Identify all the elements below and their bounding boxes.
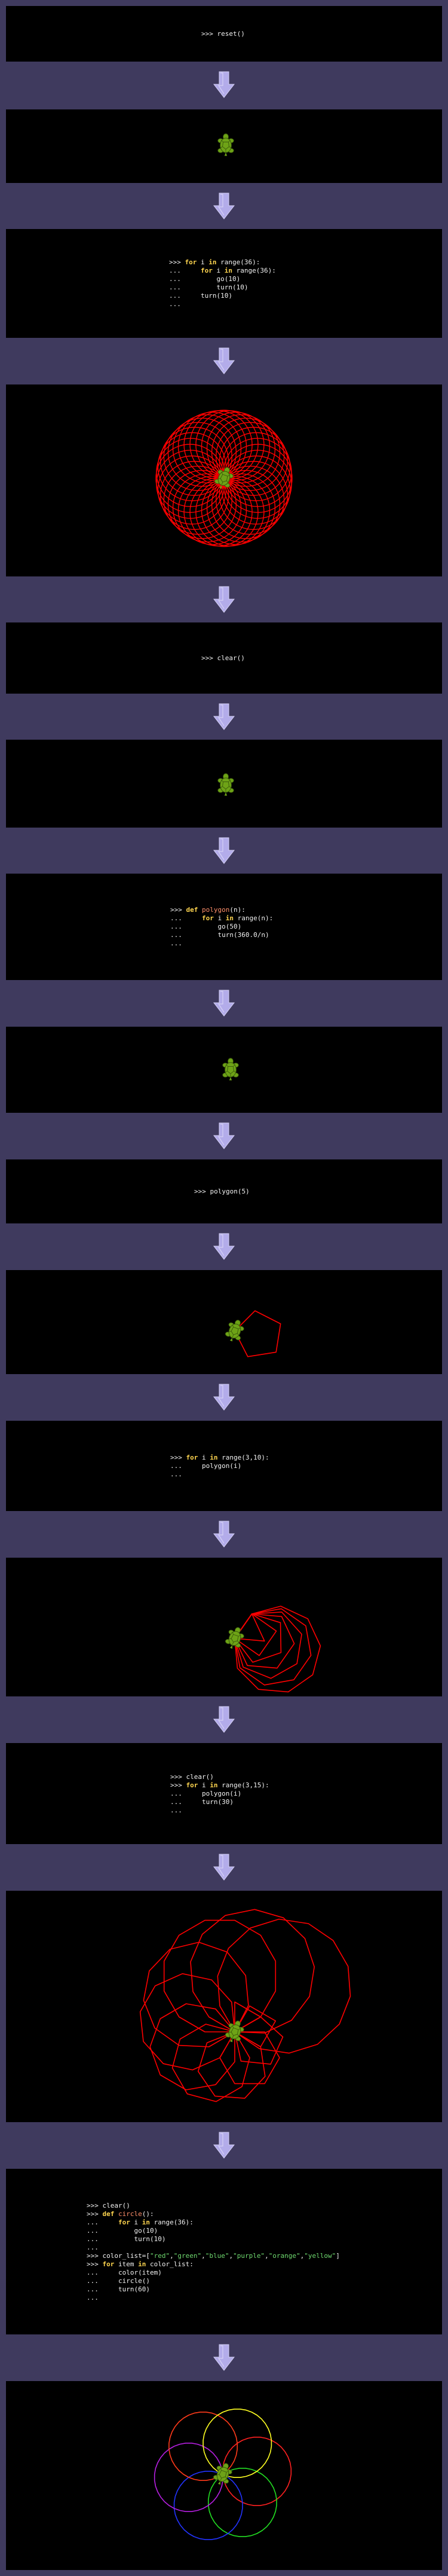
code-block: >>> clear() >>> def circle(): ... for i … [87,2202,340,2302]
code-line: ... go(50) [170,923,242,930]
code-block: >>> polygon(5) [194,1188,250,1196]
code-line: ... color(item) [87,2269,162,2276]
turtle-icon [225,1320,244,1342]
code-line: >>> for i in range(3,15): [170,1781,269,1789]
arrow-down-icon [213,1706,235,1733]
code-line: >>> def polygon(n): [170,906,246,914]
code-line: ... turn(30) [170,1798,234,1806]
code-panel: >>> for i in range(3,10): ... polygon(i)… [6,1421,442,1511]
code-block: >>> for i in range(3,10): ... polygon(i)… [170,1454,269,1479]
code-line: >>> def circle(): [87,2210,154,2218]
turtle-canvas [6,1270,442,1374]
code-line: ... polygon(i) [170,1462,242,1470]
arrow-down-icon [213,703,235,730]
code-line: ... [170,939,182,947]
arrow-down-icon [213,2132,235,2159]
code-line: ... go(10) [169,275,241,283]
arrow-down-icon [213,586,235,613]
code-panel: >>> clear() >>> def circle(): ... for i … [6,2169,442,2334]
drawing-area [225,1606,321,1693]
code-line: >>> clear() [201,654,245,662]
code-block: >>> clear() >>> for i in range(3,15): ..… [170,1773,269,1815]
arrow-down-icon [213,71,235,98]
code-panel: >>> clear() >>> for i in range(3,15): ..… [6,1743,442,1844]
code-line: ... circle() [87,2277,150,2285]
turtle-canvas [6,384,442,576]
code-line: ... [170,1806,182,1814]
pentagon-path [234,1310,281,1357]
arrow-down-icon [213,1233,235,1260]
turtle-canvas [6,1027,442,1113]
turtle-canvas [6,1558,442,1696]
arrow-down-icon [213,193,235,219]
drawing-area [139,1909,351,2102]
turtle-icon [225,1627,244,1649]
code-line: >>> color_list=["red","green","blue","pu… [87,2252,340,2260]
drawing-area [217,133,234,156]
polygon-path [234,2016,284,2065]
code-line: >>> clear() [170,1773,214,1781]
code-line: ... [87,2294,99,2302]
code-line: ... turn(60) [87,2285,150,2293]
polygon-path [149,2003,235,2090]
drawing-area [155,410,293,547]
polygon-path [163,1919,277,2032]
code-block: >>> clear() [201,654,245,663]
turtle-canvas [6,109,442,183]
code-line: ... turn(10) [169,292,232,300]
arrow-down-icon [213,347,235,374]
code-panel: >>> clear() [6,622,442,694]
code-line: ... [170,1470,182,1478]
code-line: >>> for item in color_list: [87,2260,194,2268]
code-line: ... for i in range(36): [87,2218,194,2226]
polygon-path [234,1606,321,1693]
arrow-down-icon [213,1854,235,1881]
code-panel: >>> def polygon(n): ... for i in range(n… [6,874,442,980]
code-line: ... go(10) [87,2227,158,2235]
drawing-area [222,1058,239,1081]
code-line: ... [87,2244,99,2251]
turtle-canvas [6,1891,442,2122]
code-line: ... for i in range(36): [169,267,276,274]
arrow-down-icon [213,837,235,864]
arrow-down-icon [213,1521,235,1548]
turtle-canvas [6,2381,442,2570]
code-line: >>> polygon(5) [194,1188,250,1195]
drawing-area [217,773,234,796]
code-line: ... polygon(i) [170,1790,242,1797]
turtle-icon [217,133,234,156]
arrow-down-icon [213,1384,235,1411]
code-line: ... [169,300,181,308]
turtle-canvas [6,740,442,828]
code-line: >>> clear() [87,2202,130,2209]
code-block: >>> def polygon(n): ... for i in range(n… [170,906,273,948]
code-line: >>> for i in range(36): [169,258,260,266]
drawing-area [154,2409,292,2540]
code-line: >>> for i in range(3,10): [170,1454,269,1461]
arrow-down-icon [213,990,235,1017]
code-panel: >>> for i in range(36): ... for i in ran… [6,229,442,338]
code-line: ... turn(10) [87,2235,166,2243]
code-line: ... turn(10) [169,283,248,291]
code-line: ... for i in range(n): [170,914,274,922]
drawing-area [225,1310,281,1357]
turtle-icon [217,773,234,796]
code-block: >>> reset() [201,30,245,38]
turtle-icon [222,1058,239,1081]
code-line: >>> reset() [201,30,245,38]
code-line: ... turn(360.0/n) [170,931,269,939]
arrow-down-icon [213,2344,235,2371]
arrow-down-icon [213,1122,235,1149]
code-panel: >>> reset() [6,6,442,62]
code-block: >>> for i in range(36): ... for i in ran… [169,258,276,309]
polygon-path [190,1909,315,2034]
code-panel: >>> polygon(5) [6,1159,442,1223]
